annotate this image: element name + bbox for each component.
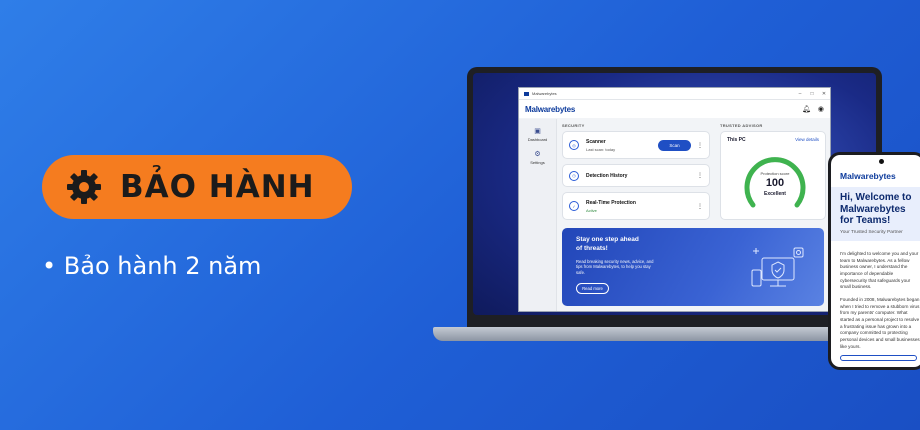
titlebar: Malwarebytes – □ ✕ xyxy=(519,88,830,100)
phone: Malwarebytes Hi, Welcome to Malwarebytes… xyxy=(828,152,920,370)
sidebar: ▣ Dashboard ⚙ Settings xyxy=(519,119,557,311)
section-label-security: SECURITY xyxy=(562,123,585,128)
more-icon[interactable]: ⋮ xyxy=(697,172,703,179)
read-more-button[interactable]: Read more xyxy=(576,283,609,295)
warranty-bullet: • Bảo hành 2 năm xyxy=(42,252,262,280)
promo-title: Stay one step ahead of threats! xyxy=(576,236,639,252)
phone-tagline: Your Trusted Security Partner xyxy=(840,229,903,235)
phone-hero: Hi, Welcome to Malwarebytes for Teams! Y… xyxy=(831,187,920,241)
scanner-card[interactable]: ◎ Scanner Last scan: today Scan ⋮ xyxy=(562,131,710,159)
phone-paragraph: Founded in 2008, Malwarebytes began when… xyxy=(840,296,920,349)
score-label: Protection score xyxy=(760,171,790,176)
trusted-advisor-card: This PC View details Protection score 10… xyxy=(720,131,826,220)
view-details-link[interactable]: View details xyxy=(795,137,819,143)
scanner-last-scan: Last scan: today xyxy=(586,146,616,152)
section-label-advisor: TRUSTED ADVISOR xyxy=(720,123,763,128)
detection-history-card[interactable]: ◷ Detection History ⋮ xyxy=(562,164,710,187)
phone-body: I'm delighted to welcome you and your te… xyxy=(840,251,920,356)
camera-notch xyxy=(879,159,884,164)
app-header: Malwarebytes 🔔︎ ◉ xyxy=(519,100,830,118)
realtime-status: Active xyxy=(586,207,597,213)
score-value: 100 xyxy=(765,177,785,189)
realtime-protection-title: Real-Time Protection xyxy=(586,199,636,206)
shield-icon: ✓ xyxy=(569,201,579,211)
dashboard-icon: ▣ xyxy=(534,128,541,135)
more-icon[interactable]: ⋮ xyxy=(697,142,703,149)
maximize-icon[interactable]: □ xyxy=(806,91,818,97)
scan-button[interactable]: Scan xyxy=(658,139,691,151)
gear-icon xyxy=(67,170,101,204)
badge-label: BẢO HÀNH xyxy=(120,169,315,205)
phone-hero-title: Hi, Welcome to Malwarebytes for Teams! xyxy=(840,192,912,226)
minimize-icon[interactable]: – xyxy=(794,91,806,97)
score-rating: Excellent xyxy=(764,191,786,197)
laptop: Malwarebytes – □ ✕ Malwarebytes 🔔︎ ◉ ▣ D… xyxy=(467,67,882,329)
laptop-screen: Malwarebytes – □ ✕ Malwarebytes 🔔︎ ◉ ▣ D… xyxy=(473,73,876,315)
phone-paragraph: I'm delighted to welcome you and your te… xyxy=(840,251,919,290)
brand-logo: Malwarebytes xyxy=(525,104,576,114)
scanner-icon: ◎ xyxy=(569,140,579,150)
window-title: Malwarebytes xyxy=(532,91,557,96)
app-window: Malwarebytes – □ ✕ Malwarebytes 🔔︎ ◉ ▣ D… xyxy=(518,87,831,312)
sidebar-item-label: Dashboard xyxy=(527,137,548,142)
warranty-badge: BẢO HÀNH xyxy=(42,155,352,219)
phone-screen: Malwarebytes Hi, Welcome to Malwarebytes… xyxy=(831,155,920,367)
security-illustration-icon xyxy=(751,247,804,287)
account-icon[interactable]: ◉ xyxy=(818,105,824,113)
sidebar-item-dashboard[interactable]: ▣ Dashboard xyxy=(519,127,556,142)
more-icon[interactable]: ⋮ xyxy=(697,203,703,210)
realtime-protection-card[interactable]: ✓ Real-Time Protection Active ⋮ xyxy=(562,192,710,220)
phone-bottom-button[interactable] xyxy=(840,355,917,361)
scanner-title: Scanner xyxy=(586,138,606,145)
news-promo-card: Stay one step ahead of threats! Read bre… xyxy=(562,228,824,306)
close-icon[interactable]: ✕ xyxy=(818,91,830,97)
detection-history-icon: ◷ xyxy=(569,170,579,181)
protection-gauge: Protection score 100 Excellent xyxy=(741,151,809,219)
bell-icon[interactable]: 🔔︎ xyxy=(802,105,811,113)
app-logo-icon xyxy=(524,91,529,96)
device-name: This PC xyxy=(727,137,746,143)
gear-icon: ⚙ xyxy=(534,151,541,158)
sidebar-item-settings[interactable]: ⚙ Settings xyxy=(519,150,556,165)
detection-history-title: Detection History xyxy=(586,172,628,179)
sidebar-item-label: Settings xyxy=(530,160,545,165)
phone-brand-logo: Malwarebytes xyxy=(840,171,896,181)
promo-body: Read breaking security news, advice, and… xyxy=(576,258,654,276)
